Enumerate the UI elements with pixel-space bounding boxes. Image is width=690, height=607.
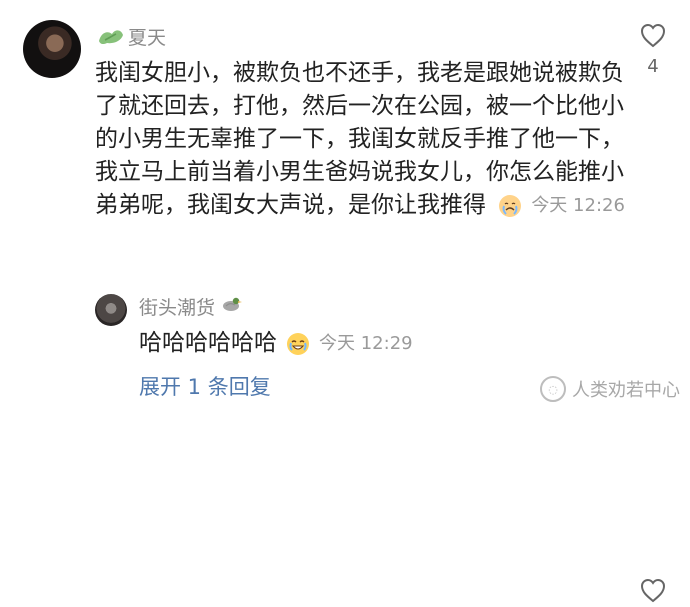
heart-outline-icon [639, 22, 667, 52]
expand-replies-link[interactable]: 展开 1 条回复 [139, 371, 271, 401]
heart-outline-icon [639, 577, 667, 607]
crying-face-icon [497, 193, 523, 219]
comment-author[interactable]: 夏天 [128, 23, 166, 50]
leaf-badge-icon [97, 27, 125, 47]
comment-meta: 今天 12:26 [497, 189, 625, 222]
avatar[interactable] [95, 294, 127, 326]
laughing-face-icon [285, 331, 311, 357]
like-button[interactable]: 4 [633, 22, 673, 77]
like-count: 4 [647, 56, 659, 77]
reply-like-button[interactable] [633, 577, 673, 607]
avatar[interactable] [23, 20, 81, 78]
comment-text: 我闺女胆小，被欺负也不还手，我老是跟她说被欺负了就还回去，打他，然后一次在公园，… [95, 57, 635, 222]
reply-text: 哈哈哈哈哈哈 今天 12:29 [139, 327, 413, 360]
duck-icon [219, 294, 243, 319]
reply-body: 哈哈哈哈哈哈 [139, 330, 277, 356]
reply-author[interactable]: 街头潮货 [139, 293, 215, 320]
watermark: ◌ 人类劝若中心 [540, 376, 680, 402]
reply-author-row: 街头潮货 [139, 293, 243, 320]
watermark-text: 人类劝若中心 [572, 380, 680, 401]
comment-time: 今天 12:26 [531, 195, 625, 216]
weibo-logo-icon: ◌ [540, 376, 566, 402]
reply-time: 今天 12:29 [319, 333, 413, 354]
